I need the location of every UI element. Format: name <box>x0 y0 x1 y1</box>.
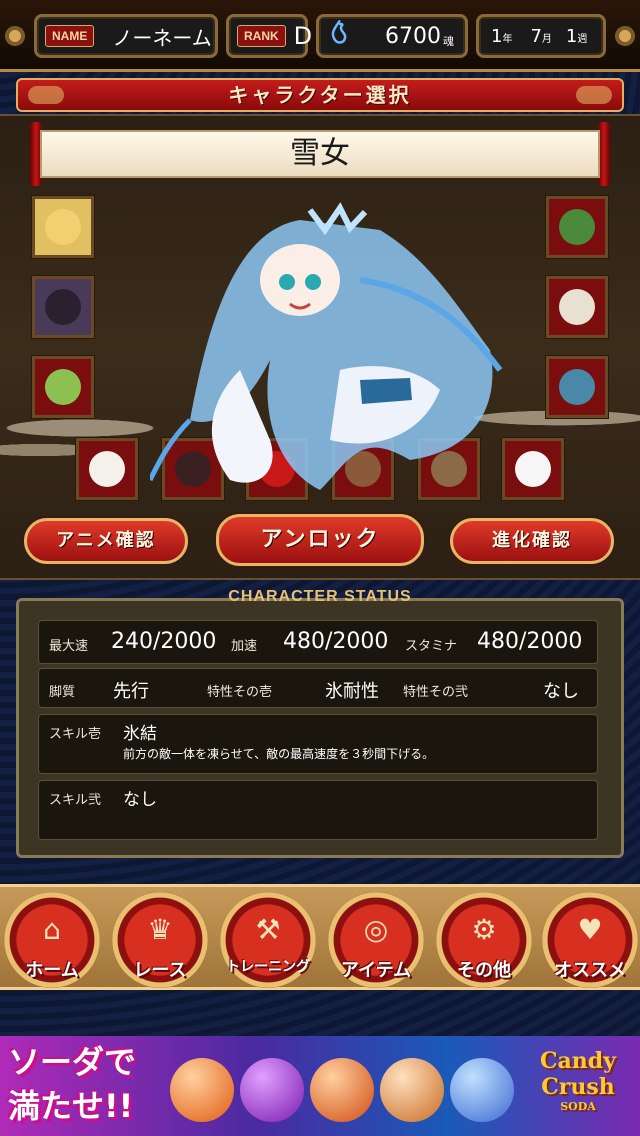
house-icon: ⌂ <box>43 913 61 946</box>
logo-candy: Candy <box>540 1048 616 1074</box>
cat-portrait-icon <box>89 451 125 487</box>
soul-flame-icon <box>329 18 349 52</box>
player-name: ノーネーム <box>112 25 212 50</box>
trait1-label: 特性その壱 <box>207 685 273 700</box>
character-thumb-white-cat[interactable] <box>76 438 138 500</box>
character-thumb-blue-oni[interactable] <box>546 356 608 418</box>
heart-icon: ♥ <box>577 913 603 946</box>
coins-icon: ◎ <box>363 913 389 946</box>
screen-title: キャラクター選択 <box>228 83 412 107</box>
nav-race-label: レース <box>133 960 187 981</box>
yuki-onna-character-art <box>150 202 503 490</box>
banner-ornament-right <box>576 86 612 104</box>
nav-recommend-button[interactable]: ♥ オススメ <box>542 892 638 988</box>
character-thumb-skeleton[interactable] <box>546 276 608 338</box>
status-title: CHARACTER STATUS <box>228 588 412 605</box>
screen-title-banner: キャラクター選択 <box>16 78 624 112</box>
stamina-value: 480/2000 <box>477 629 583 654</box>
candy-striped-icon <box>380 1058 444 1122</box>
girl-portrait-icon <box>45 289 81 325</box>
skill2-label: スキル弐 <box>49 793 102 808</box>
nav-training-label: トレーニング <box>226 959 310 975</box>
corner-ornament-right <box>610 6 640 66</box>
character-thumb-ittan-momen[interactable] <box>502 438 564 500</box>
ittan-portrait-icon <box>515 451 551 487</box>
logo-soda: SODA <box>560 1100 596 1113</box>
souls-box: 6700 魂 <box>316 14 468 58</box>
skill2-name: なし <box>123 790 157 810</box>
rank-tag: RANK <box>237 25 286 47</box>
skill2-row: スキル弐 なし <box>38 780 598 840</box>
nav-item-button[interactable]: ◎ アイテム <box>328 892 424 988</box>
skill1-row: スキル壱 氷結 前方の敵一体を凍らせて、敵の最高速度を３秒間下げる。 <box>38 714 598 774</box>
ad-slogan: ソーダで 満たせ!! <box>8 1040 178 1128</box>
nav-recommend-label: オススメ <box>554 960 626 981</box>
skill1-label: スキル壱 <box>49 727 102 742</box>
nav-item-label: アイテム <box>340 960 412 981</box>
trait2-value: なし <box>543 681 579 702</box>
character-name-scroll: 雪女 <box>40 130 600 178</box>
candy-blue-icon <box>450 1058 514 1122</box>
nav-other-button[interactable]: ⚙ その他 <box>436 892 532 988</box>
top-status-bar: NAME ノーネーム RANK D 6700 魂 1年 7月 1週 <box>0 0 640 72</box>
stamina-label: スタミナ <box>405 639 458 654</box>
dumbbell-icon: ⚒ <box>255 913 281 946</box>
character-thumb-fox[interactable] <box>32 196 94 258</box>
dragon-portrait-icon <box>559 209 595 245</box>
character-thumb-green-dragon[interactable] <box>546 196 608 258</box>
stats-row: 最大速 240/2000 加速 480/2000 スタミナ 480/2000 <box>38 620 598 664</box>
anime-check-button[interactable]: アニメ確認 <box>24 518 188 564</box>
fox-portrait-icon <box>45 209 81 245</box>
accel-label: 加速 <box>231 639 258 654</box>
skill1-name: 氷結 <box>123 724 157 744</box>
banner-ornament-left <box>28 86 64 104</box>
date-week: 1週 <box>565 25 588 47</box>
character-thumb-dark-hair-girl[interactable] <box>32 276 94 338</box>
max-speed-value: 240/2000 <box>111 629 217 654</box>
ad-slogan-line1: ソーダで <box>8 1043 137 1081</box>
date-box: 1年 7月 1週 <box>476 14 606 58</box>
souls-unit: 魂 <box>443 35 454 48</box>
corner-ornament-left <box>0 6 30 66</box>
max-speed-label: 最大速 <box>49 639 89 654</box>
accel-value: 480/2000 <box>283 629 389 654</box>
nav-training-button[interactable]: ⚒ トレーニング <box>220 892 316 988</box>
candy-orange-icon <box>170 1058 234 1122</box>
souls-value: 6700 <box>385 23 441 49</box>
logo-crush: Crush <box>541 1074 615 1100</box>
player-name-box: NAME ノーネーム <box>34 14 218 58</box>
date-month: 7月 <box>530 25 552 47</box>
kappa-portrait-icon <box>45 369 81 405</box>
nav-home-label: ホーム <box>25 960 79 981</box>
blue-oni-portrait-icon <box>559 369 595 405</box>
gear-icon: ⚙ <box>471 913 497 946</box>
evolution-check-button[interactable]: 進化確認 <box>450 518 614 564</box>
nav-home-button[interactable]: ⌂ ホーム <box>4 892 100 988</box>
nav-other-label: その他 <box>457 960 511 981</box>
rank-value: D <box>293 22 313 50</box>
candy-purple-icon <box>240 1058 304 1122</box>
ad-slogan-line2: 満たせ!! <box>8 1087 134 1125</box>
date-year: 1年 <box>491 25 513 47</box>
skill1-description: 前方の敵一体を凍らせて、敵の最高速度を３秒間下げる。 <box>123 747 435 761</box>
character-thumb-kappa[interactable] <box>32 356 94 418</box>
skeleton-portrait-icon <box>559 289 595 325</box>
character-name: 雪女 <box>290 136 350 171</box>
trait1-value: 氷耐性 <box>325 681 379 702</box>
name-tag: NAME <box>45 25 95 47</box>
trait2-label: 特性その弐 <box>403 685 469 700</box>
style-label: 脚質 <box>49 685 76 700</box>
traits-row: 脚質 先行 特性その壱 氷耐性 特性その弐 なし <box>38 668 598 708</box>
nav-race-button[interactable]: ♛ レース <box>112 892 208 988</box>
candy-orange-icon-2 <box>310 1058 374 1122</box>
style-value: 先行 <box>113 681 149 702</box>
candy-crush-soda-logo: Candy Crush SODA <box>528 1048 628 1128</box>
trophy-icon: ♛ <box>147 913 173 946</box>
unlock-button[interactable]: アンロック <box>216 514 424 566</box>
rank-box: RANK D <box>226 14 312 58</box>
